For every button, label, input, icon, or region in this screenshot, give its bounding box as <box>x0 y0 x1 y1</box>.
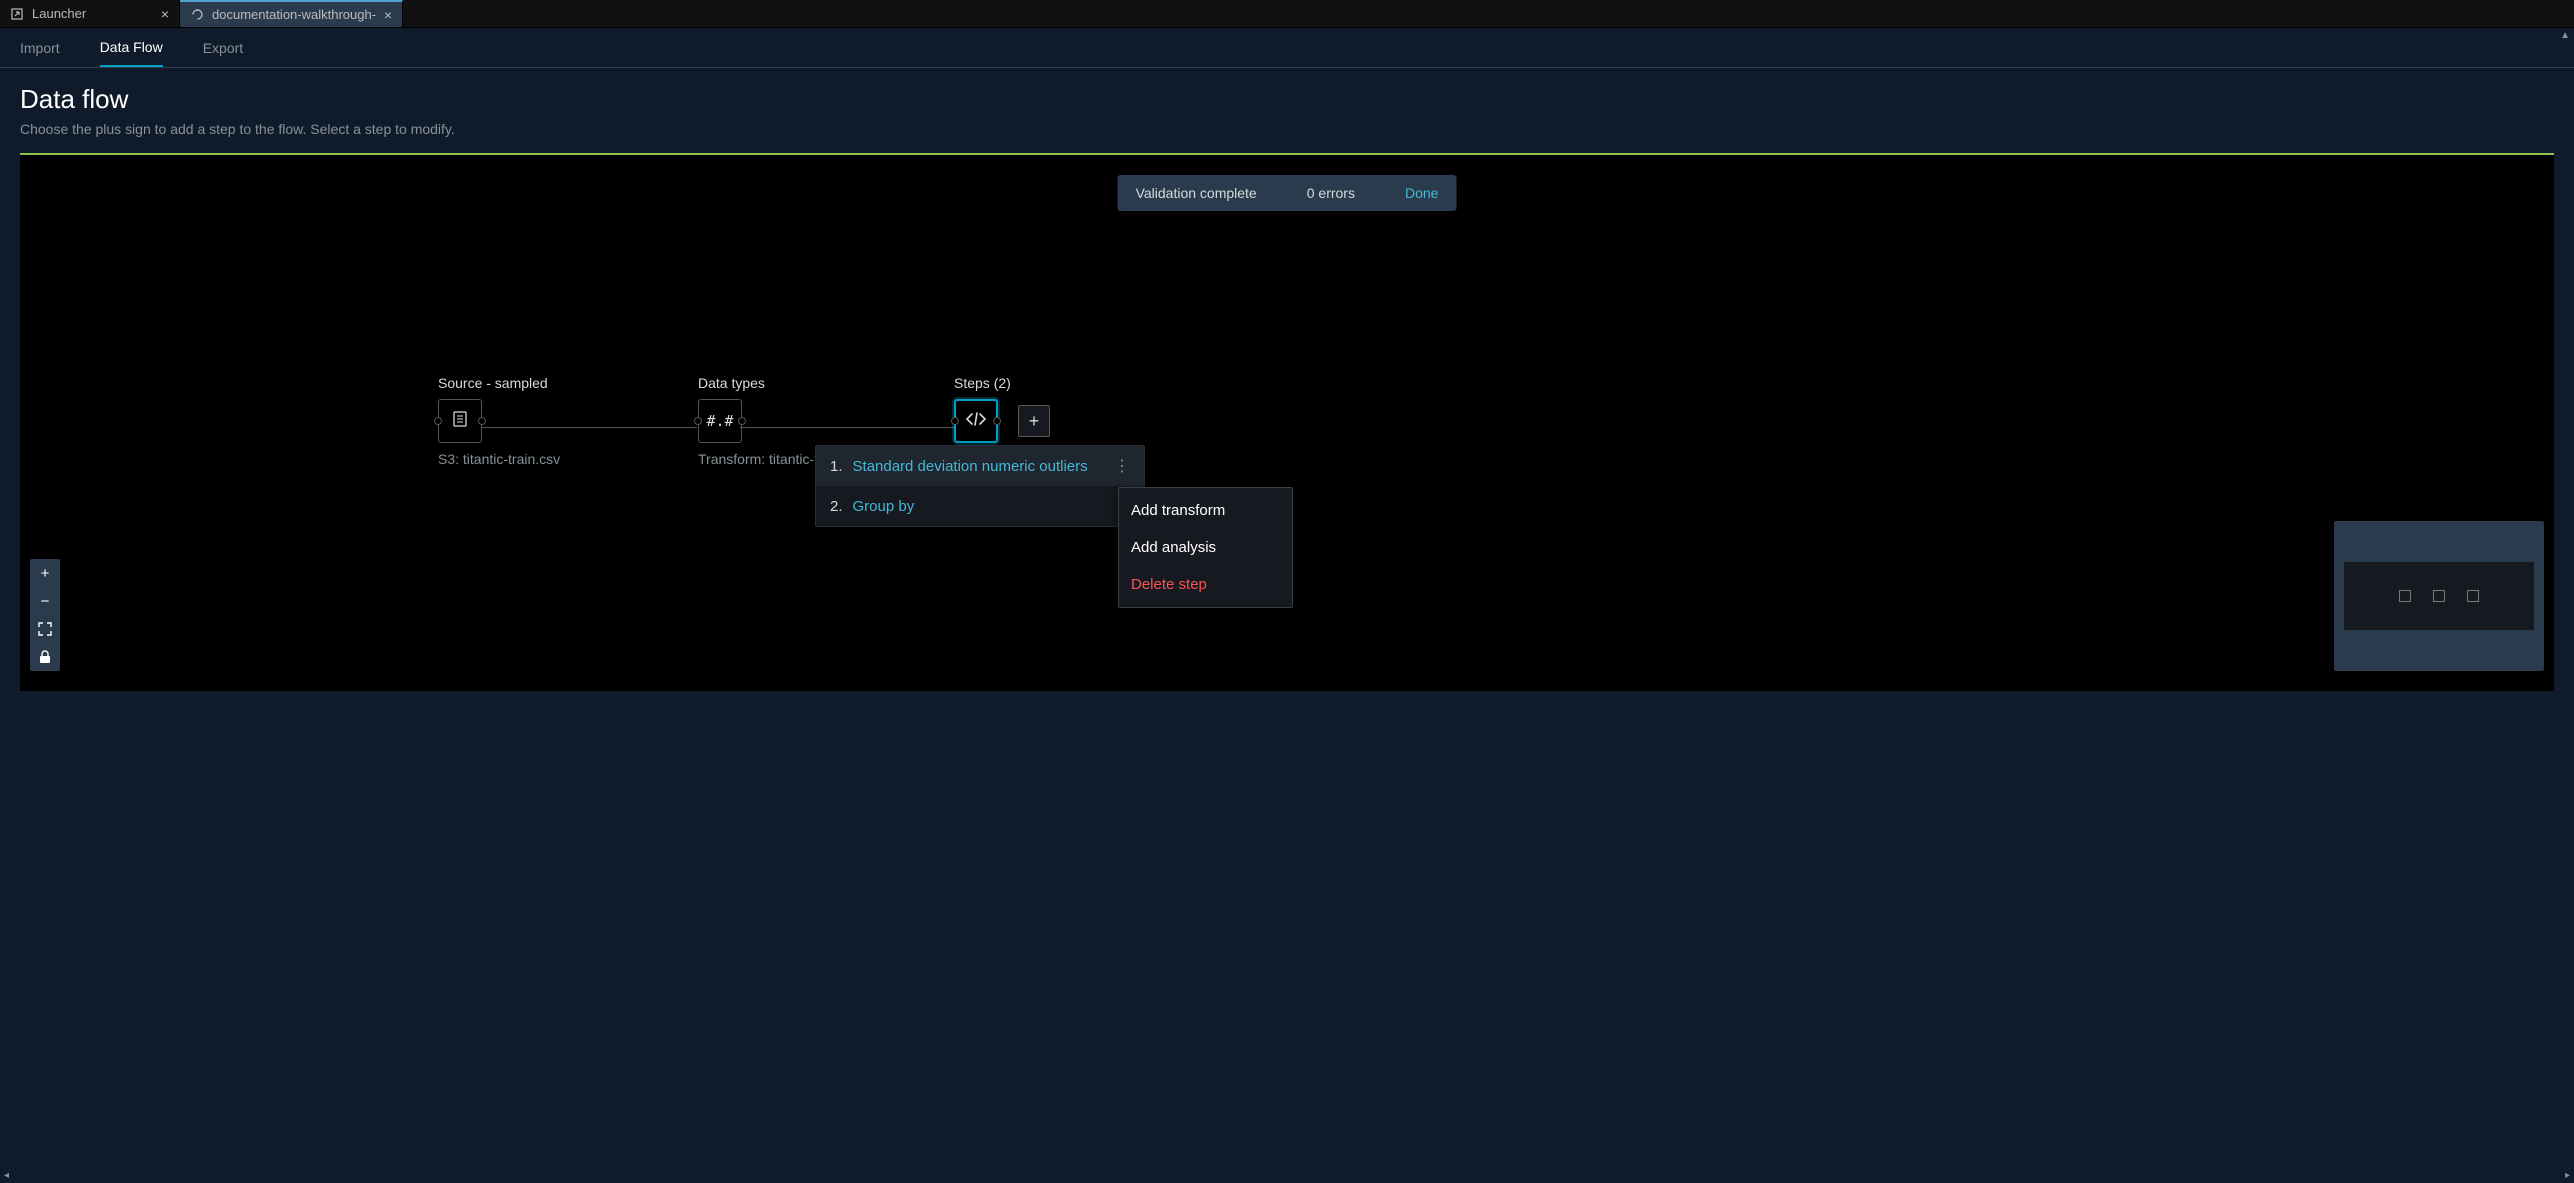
step-number: 2. <box>830 498 843 515</box>
node-steps[interactable]: Steps (2) <box>954 375 1011 443</box>
node-title: Steps (2) <box>954 375 1011 391</box>
nav-data-flow[interactable]: Data Flow <box>100 29 163 67</box>
minimap[interactable] <box>2334 521 2544 671</box>
zoom-in-button[interactable]: + <box>30 559 60 587</box>
step-row-1[interactable]: 1. Standard deviation numeric outliers ⋮ <box>816 446 1144 486</box>
step-number: 1. <box>830 458 843 475</box>
code-icon <box>965 411 987 431</box>
node-box[interactable]: #.# <box>698 399 742 443</box>
node-subtitle: Transform: titantic-t <box>698 451 818 467</box>
flow-canvas[interactable]: Validation complete 0 errors Done Source… <box>20 153 2554 691</box>
close-icon[interactable]: × <box>384 7 392 23</box>
node-subtitle: S3: titantic-train.csv <box>438 451 560 467</box>
page-header: Data flow Choose the plus sign to add a … <box>0 68 2574 149</box>
close-icon[interactable]: × <box>161 6 169 22</box>
number-icon: #.# <box>706 412 733 430</box>
step-name: Group by <box>853 498 915 515</box>
port-right[interactable] <box>993 417 1001 425</box>
page-subtitle: Choose the plus sign to add a step to th… <box>20 121 2554 137</box>
lock-button[interactable] <box>30 643 60 671</box>
menu-add-transform[interactable]: Add transform <box>1119 492 1292 529</box>
minimap-node <box>2399 590 2411 602</box>
port-left[interactable] <box>434 417 442 425</box>
step-context-menu: Add transform Add analysis Delete step <box>1118 487 1293 608</box>
minimap-view <box>2344 562 2534 630</box>
port-right[interactable] <box>738 417 746 425</box>
launcher-icon <box>10 7 24 21</box>
steps-popover: 1. Standard deviation numeric outliers ⋮… <box>815 445 1145 527</box>
node-title: Source - sampled <box>438 375 560 391</box>
port-left[interactable] <box>694 417 702 425</box>
add-step-button[interactable]: + <box>1018 405 1050 437</box>
step-row-2[interactable]: 2. Group by ⋮ <box>816 486 1144 526</box>
port-left[interactable] <box>951 417 959 425</box>
menu-delete-step[interactable]: Delete step <box>1119 566 1292 603</box>
dataset-icon <box>451 410 469 432</box>
port-right[interactable] <box>478 417 486 425</box>
step-name: Standard deviation numeric outliers <box>853 458 1088 475</box>
scroll-right-icon[interactable]: ▸ <box>2565 1170 2570 1181</box>
nav-import[interactable]: Import <box>20 30 60 66</box>
node-data-types[interactable]: Data types #.# Transform: titantic-t <box>698 375 818 467</box>
minimap-node <box>2467 590 2479 602</box>
file-tab-label: Launcher <box>32 6 86 21</box>
validation-toast: Validation complete 0 errors Done <box>1118 175 1457 211</box>
node-box[interactable] <box>438 399 482 443</box>
scroll-up-icon[interactable]: ▲ <box>2560 30 2570 41</box>
toast-done-link[interactable]: Done <box>1405 185 1438 201</box>
file-tab-label: documentation-walkthrough- <box>212 7 376 22</box>
zoom-out-button[interactable]: − <box>30 587 60 615</box>
toast-errors: 0 errors <box>1307 185 1355 201</box>
zoom-controls: + − <box>30 559 60 671</box>
toast-message: Validation complete <box>1136 185 1257 201</box>
page-title: Data flow <box>20 84 2554 115</box>
node-box[interactable] <box>954 399 998 443</box>
menu-add-analysis[interactable]: Add analysis <box>1119 529 1292 566</box>
nav-export[interactable]: Export <box>203 30 243 66</box>
scroll-left-icon[interactable]: ◂ <box>4 1170 9 1181</box>
file-tab-documentation[interactable]: documentation-walkthrough- × <box>180 0 403 27</box>
fullscreen-button[interactable] <box>30 615 60 643</box>
file-tab-launcher[interactable]: Launcher × <box>0 0 180 27</box>
node-source[interactable]: Source - sampled S3: titantic-train.csv <box>438 375 560 467</box>
minimap-node <box>2433 590 2445 602</box>
sub-nav: Import Data Flow Export ▲ <box>0 28 2574 68</box>
file-tab-strip: Launcher × documentation-walkthrough- × <box>0 0 2574 28</box>
kebab-icon[interactable]: ⋮ <box>1114 456 1130 476</box>
flow-icon <box>190 8 204 22</box>
node-title: Data types <box>698 375 818 391</box>
